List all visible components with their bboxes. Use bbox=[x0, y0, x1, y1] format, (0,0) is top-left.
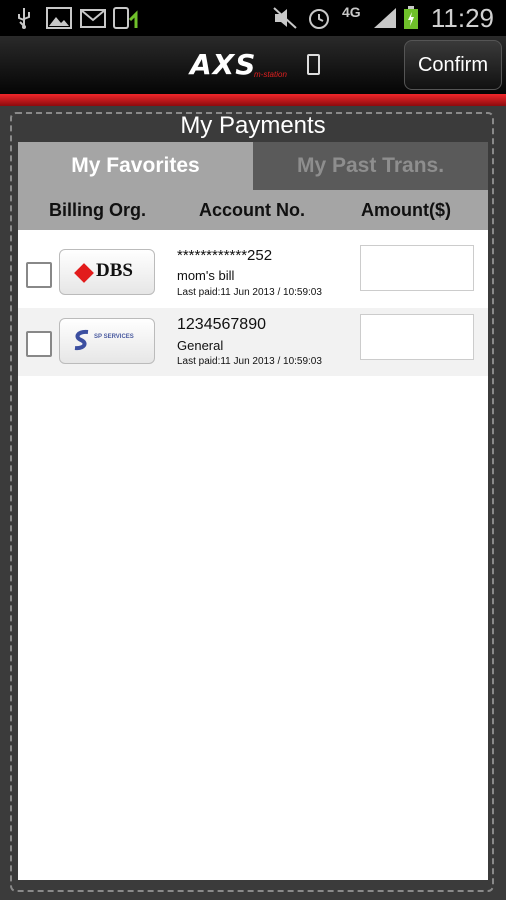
tab-bar: My Favorites My Past Trans. bbox=[18, 142, 488, 190]
usb-icon bbox=[18, 8, 30, 29]
last-paid: Last paid:11 Jun 2013 / 10:59:03 bbox=[177, 356, 322, 367]
column-billing-org: Billing Org. bbox=[49, 200, 146, 220]
sync-icon bbox=[113, 7, 138, 29]
list-item: DBS ************252 mom's bill Last paid… bbox=[18, 243, 488, 311]
account-number: ************252 bbox=[177, 247, 273, 264]
amount-input[interactable] bbox=[360, 245, 474, 291]
column-amount: Amount($) bbox=[361, 200, 451, 220]
alarm-icon bbox=[309, 9, 329, 29]
column-account-no: Account No. bbox=[199, 200, 305, 220]
tab-my-past-trans[interactable]: My Past Trans. bbox=[253, 142, 488, 190]
payments-panel: My Favorites My Past Trans. Billing Org.… bbox=[18, 142, 488, 880]
amount-input[interactable] bbox=[360, 314, 474, 360]
account-description: General bbox=[177, 338, 224, 353]
dbs-logo-icon bbox=[74, 263, 94, 283]
mute-icon bbox=[273, 7, 297, 29]
battery-charging-icon bbox=[404, 6, 418, 29]
tab-my-favorites[interactable]: My Favorites bbox=[18, 142, 253, 190]
sp-services-logo-icon bbox=[74, 329, 89, 351]
signal-icon bbox=[374, 8, 396, 28]
phone-icon bbox=[307, 54, 320, 75]
sp-services-logo-text: SP SERVICES bbox=[94, 334, 134, 340]
last-paid: Last paid:11 Jun 2013 / 10:59:03 bbox=[177, 287, 322, 298]
select-checkbox[interactable] bbox=[26, 262, 52, 288]
axs-logo: AXS m-station bbox=[190, 48, 320, 82]
confirm-button[interactable]: Confirm bbox=[404, 40, 502, 90]
account-description: mom's bill bbox=[177, 268, 235, 283]
mail-icon bbox=[80, 9, 106, 28]
dbs-logo-text: DBS bbox=[96, 260, 133, 281]
logo-subtitle: m-station bbox=[254, 70, 287, 79]
clock: 11:29 bbox=[430, 3, 494, 33]
account-number: 1234567890 bbox=[177, 316, 266, 333]
gallery-icon bbox=[46, 7, 72, 29]
column-header: Billing Org. Account No. Amount($) bbox=[18, 190, 488, 230]
status-bar: 4G 11:29 bbox=[0, 0, 506, 36]
network-type: 4G bbox=[342, 4, 361, 20]
page-title: My Payments bbox=[180, 112, 326, 139]
list-item: SP SERVICES 1234567890 General Last paid… bbox=[18, 308, 488, 376]
billing-org-logo[interactable]: SP SERVICES bbox=[59, 318, 155, 364]
select-checkbox[interactable] bbox=[26, 331, 52, 357]
header-divider bbox=[0, 94, 506, 106]
logo-text: AXS bbox=[190, 48, 257, 81]
billing-org-logo[interactable]: DBS bbox=[59, 249, 155, 295]
